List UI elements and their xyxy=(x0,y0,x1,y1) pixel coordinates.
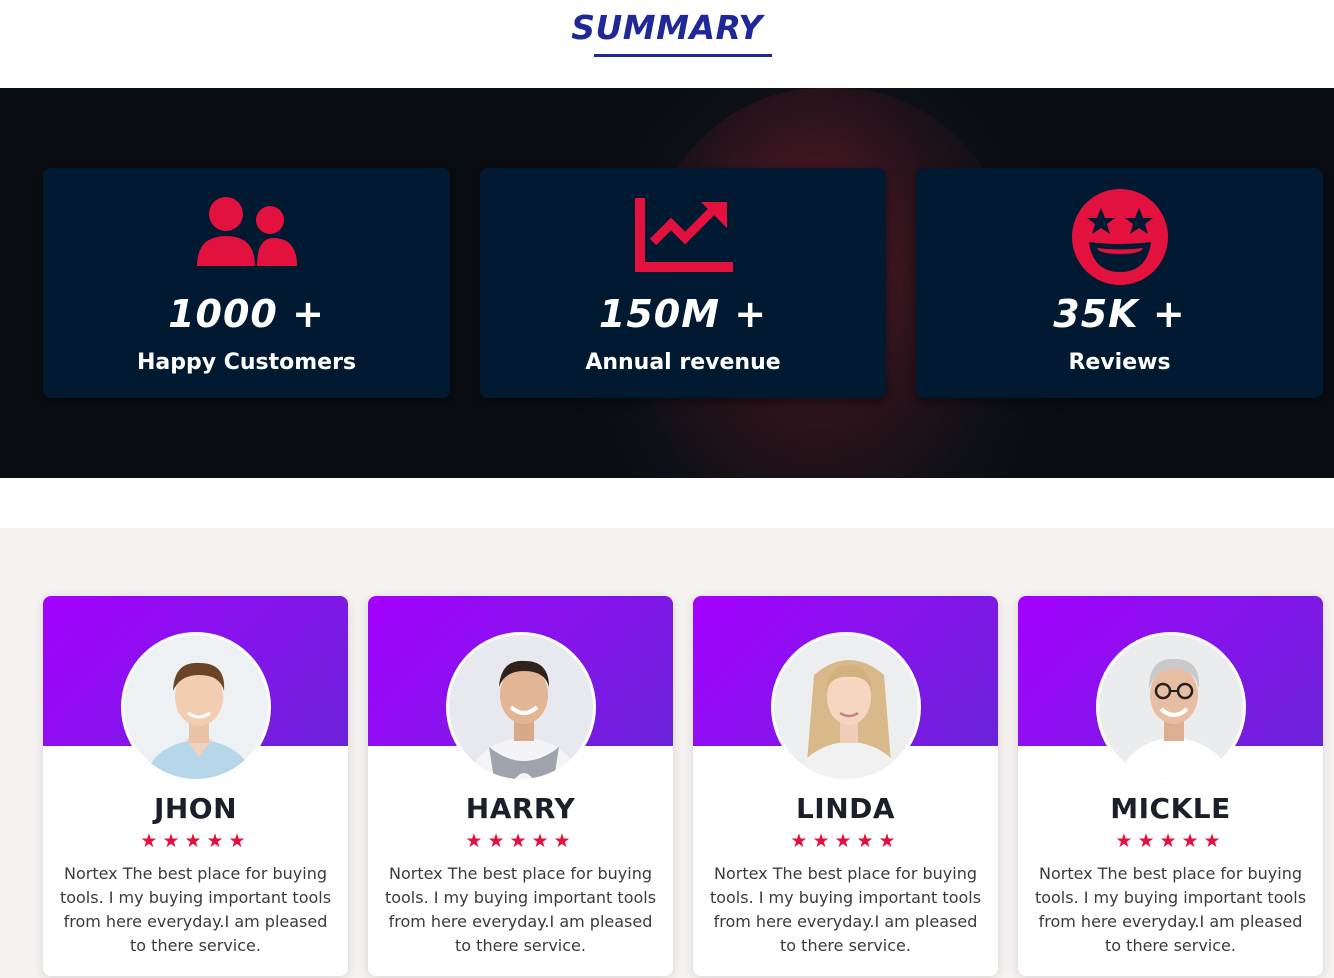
stat-card-revenue: 150M + Annual revenue xyxy=(480,168,886,398)
avatar xyxy=(446,632,596,782)
testimonials-section: JHON ★★★★★ Nortex The best place for buy… xyxy=(0,528,1334,978)
testimonial-card: LINDA ★★★★★ Nortex The best place for bu… xyxy=(693,596,998,976)
rating-stars: ★★★★★ xyxy=(140,830,251,852)
stat-card-customers: 1000 + Happy Customers xyxy=(43,168,450,398)
avatar xyxy=(1096,632,1246,782)
stat-value-revenue: 150M + xyxy=(598,292,768,336)
testimonial-name: LINDA xyxy=(795,792,896,825)
stat-value-reviews: 35K + xyxy=(1053,292,1186,336)
stat-value-customers: 1000 + xyxy=(168,292,325,336)
avatar xyxy=(771,632,921,782)
stat-label-customers: Happy Customers xyxy=(136,350,357,375)
users-icon xyxy=(43,194,450,274)
testimonial-text: Nortex The best place for buying tools. … xyxy=(59,864,332,955)
testimonial-name: HARRY xyxy=(465,792,576,825)
stat-card-reviews: 35K + Reviews xyxy=(916,168,1323,398)
stat-label-revenue: Annual revenue xyxy=(585,350,781,375)
stat-label-reviews: Reviews xyxy=(1068,350,1171,375)
summary-title-underline xyxy=(594,54,772,57)
stats-section: 1000 + Happy Customers 150M + Annual rev… xyxy=(0,88,1334,478)
star-struck-face-icon xyxy=(916,188,1323,285)
testimonial-text: Nortex The best place for buying tools. … xyxy=(384,864,657,955)
rating-stars: ★★★★★ xyxy=(465,830,576,852)
rating-stars: ★★★★★ xyxy=(1115,830,1226,852)
rating-stars: ★★★★★ xyxy=(790,830,901,852)
testimonial-name: MICKLE xyxy=(1110,792,1231,825)
testimonial-text: Nortex The best place for buying tools. … xyxy=(1034,864,1307,955)
testimonial-card: JHON ★★★★★ Nortex The best place for buy… xyxy=(43,596,348,976)
avatar xyxy=(121,632,271,782)
trending-up-chart-icon xyxy=(480,194,886,274)
summary-header: SUMMARY xyxy=(0,0,1334,88)
testimonial-text: Nortex The best place for buying tools. … xyxy=(709,864,982,955)
testimonial-card: HARRY ★★★★★ Nortex The best place for bu… xyxy=(368,596,673,976)
testimonial-card: MICKLE ★★★★★ Nortex The best place for b… xyxy=(1018,596,1323,976)
summary-title: SUMMARY xyxy=(571,8,763,47)
testimonial-name: JHON xyxy=(153,792,238,825)
